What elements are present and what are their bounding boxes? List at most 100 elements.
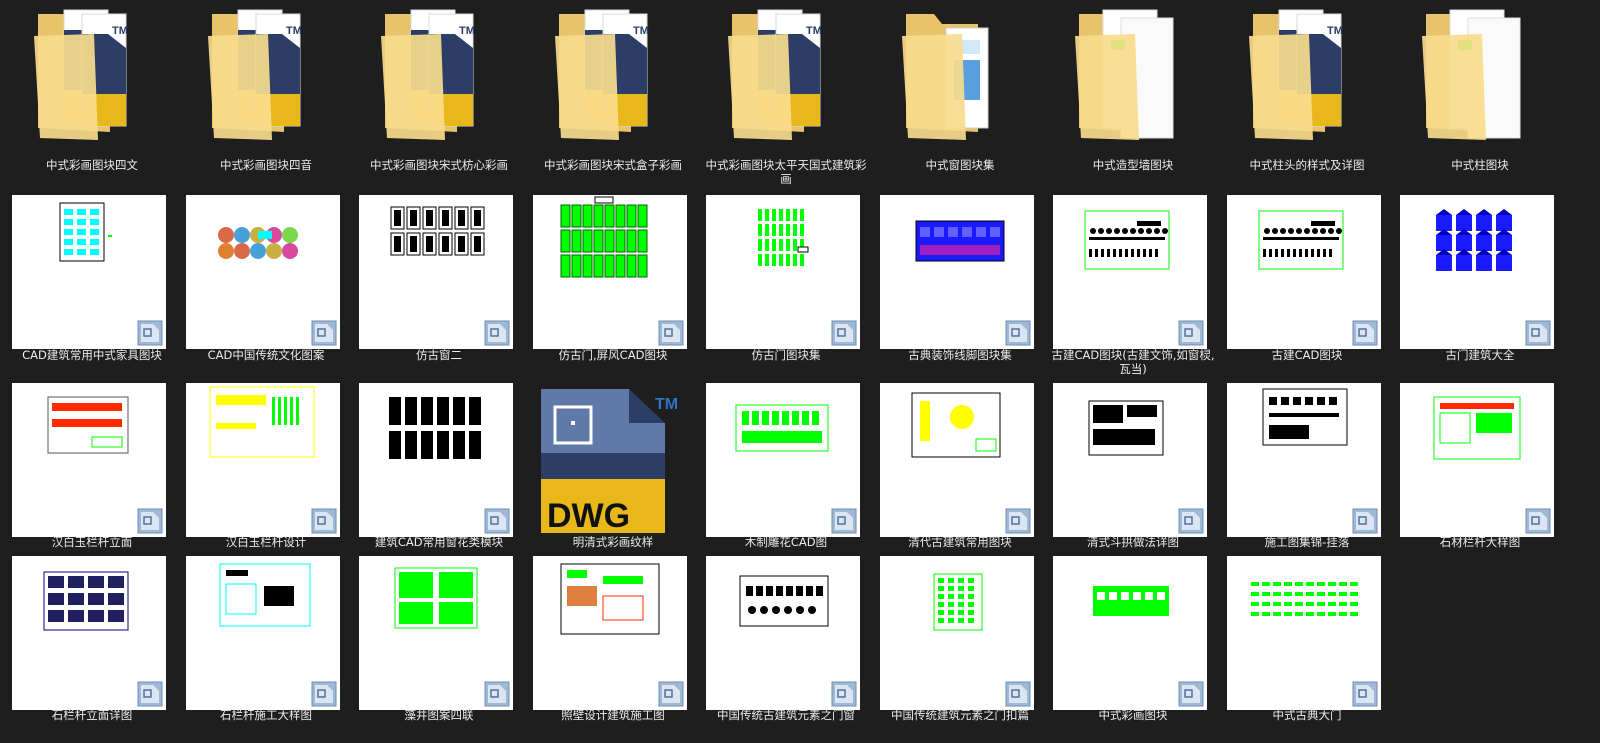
dwg-large-icon: DWG TM [541,389,678,535]
file-name-label: 仿古门,屏风CAD图块 [558,348,668,362]
folder-item[interactable]: TMTM 中式彩画图块四音 [186,0,346,188]
folder-item[interactable]: 中式窗图块集 [880,0,1040,188]
dwg-file-icon [137,508,163,534]
file-name-label: 古建CAD图块(古建文饰,如窗棂,瓦当) [1051,348,1215,376]
file-thumbnail [1053,195,1207,349]
file-name-label: 中式彩画图块宋式枋心彩画 [370,158,508,172]
folder-icon: TMTM [555,9,649,140]
file-item[interactable]: 石材栏杆大样图 [1400,383,1560,565]
file-name-label: 清代古建筑常用图块 [908,535,1012,549]
svg-text:TM: TM [633,25,649,37]
svg-text:TM: TM [459,25,475,37]
file-item[interactable]: 木制雕花CAD图 [706,383,866,565]
file-item[interactable]: 仿古门图块集 [706,195,866,378]
svg-text:TM: TM [112,25,128,37]
folder-item[interactable]: TMTM 中式彩画图块宋式盒子彩画 [533,0,693,188]
file-item[interactable]: 清式斗拱做法详图 [1053,383,1213,565]
file-name-label: 清式斗拱做法详图 [1087,535,1179,549]
dwg-file-icon [1525,508,1551,534]
file-thumbnail [359,195,513,349]
file-item[interactable]: 中式彩画图块 [1053,556,1213,738]
file-name-label: 建筑CAD常用窗花类模块 [374,535,504,549]
dwg-file-icon [831,320,857,346]
file-item[interactable]: 中式古典大门 [1227,556,1387,738]
file-thumbnail [359,383,513,537]
file-name-label: 仿古窗二 [416,348,462,362]
file-name-label: 中式造型墙图块 [1092,158,1174,172]
file-name-label: CAD建筑常用中式家具图块 [22,348,162,362]
folder-item[interactable]: TMTM 中式彩画图块四文 [12,0,172,188]
file-thumbnail [1400,195,1554,349]
file-thumbnail [1227,383,1381,537]
folder-item[interactable]: TMTM 中式彩画图块宋式枋心彩画 [359,0,519,188]
file-item[interactable]: 清代古建筑常用图块 [880,383,1040,565]
folder-item[interactable]: 中式造型墙图块 [1053,0,1213,188]
file-item[interactable]: 古建CAD图块 [1227,195,1387,378]
file-name-label: 中国传统建筑元素之门扣篇 [891,708,1029,722]
folder-icon: TMTM [381,9,475,140]
svg-text:TM: TM [655,396,678,413]
file-item[interactable]: 仿古门,屏风CAD图块 [533,195,693,378]
file-item[interactable]: 汉白玉栏杆立面 [12,383,172,565]
file-item[interactable]: 建筑CAD常用窗花类模块 [359,383,519,565]
dwg-file-icon [1352,681,1378,707]
file-thumbnail [1227,195,1381,349]
folder-item[interactable]: TMTM 中式彩画图块太平天国式建筑彩画 [706,0,867,188]
file-name-label: CAD中国传统文化图案 [207,348,325,362]
file-item[interactable]: 古建CAD图块(古建文饰,如窗棂,瓦当) [1051,195,1215,378]
folder-item[interactable]: 中式柱图块 [1400,0,1560,188]
dwg-file-icon [1178,320,1204,346]
file-item[interactable]: 中国传统建筑元素之门扣篇 [880,556,1040,738]
file-item[interactable]: 石栏杆立面详图 [12,556,172,738]
file-item[interactable]: 仿古窗二 [359,195,519,378]
folder-icon [902,14,989,140]
dwg-file-icon [831,508,857,534]
dwg-file-icon [311,320,337,346]
file-name-label: 汉白玉栏杆设计 [225,535,307,549]
file-name-label: 明清式彩画纹样 [572,535,654,549]
file-name-label: 石栏杆立面详图 [51,708,133,722]
file-thumbnail [1400,383,1554,537]
file-item[interactable]: 古门建筑大全 [1400,195,1560,378]
file-thumbnail: DWG TM [533,383,687,537]
file-thumbnail [533,195,687,349]
file-item[interactable]: 藻井图案四联 [359,556,519,738]
dwg-file-icon [1005,508,1031,534]
file-name-label: 中国传统古建筑元素之门窗 [717,708,855,722]
dwg-file-icon [658,320,684,346]
file-name-label: 石栏杆施工大样图 [220,708,312,722]
folder-icon [1422,9,1521,140]
file-name-label: 古门建筑大全 [1445,348,1515,362]
file-name-label: 施工图集锦-挂落 [1264,535,1350,549]
dwg-file-icon [1005,681,1031,707]
file-item[interactable]: CAD建筑常用中式家具图块 [12,195,172,378]
dwg-file-icon [484,320,510,346]
dwg-text: DWG [547,497,630,535]
file-item[interactable]: 汉白玉栏杆设计 [186,383,346,565]
dwg-file-icon [1178,508,1204,534]
folder-item[interactable]: TMTM 中式柱头的样式及详图 [1227,0,1387,188]
file-name-label: 中式彩画图块 [1098,708,1168,722]
file-thumbnail [359,556,513,710]
dwg-file-icon [1005,320,1031,346]
file-thumbnail [1053,556,1207,710]
file-name-label: 木制雕花CAD图 [744,535,828,549]
file-item[interactable]: 照壁设计建筑施工图 [533,556,693,738]
file-item[interactable]: 中国传统古建筑元素之门窗 [706,556,866,738]
file-name-label: 中式彩画图块太平天国式建筑彩画 [705,158,867,186]
dwg-file-icon [137,320,163,346]
file-thumbnail [12,383,166,537]
dwg-file-icon [1178,681,1204,707]
folder-icon: TMTM [1249,9,1343,140]
file-item[interactable]: CAD中国传统文化图案 [186,195,346,378]
file-thumbnail [1227,556,1381,710]
file-thumbnail [706,556,860,710]
file-thumbnail [880,195,1034,349]
dwg-file-icon [311,681,337,707]
file-item[interactable]: 古典装饰线脚图块集 [880,195,1040,378]
file-item[interactable]: 石栏杆施工大样图 [186,556,346,738]
file-thumbnail [706,195,860,349]
file-thumbnail [186,556,340,710]
file-item[interactable]: 施工图集锦-挂落 [1227,383,1387,565]
file-item[interactable]: DWG TM 明清式彩画纹样 [533,383,693,565]
